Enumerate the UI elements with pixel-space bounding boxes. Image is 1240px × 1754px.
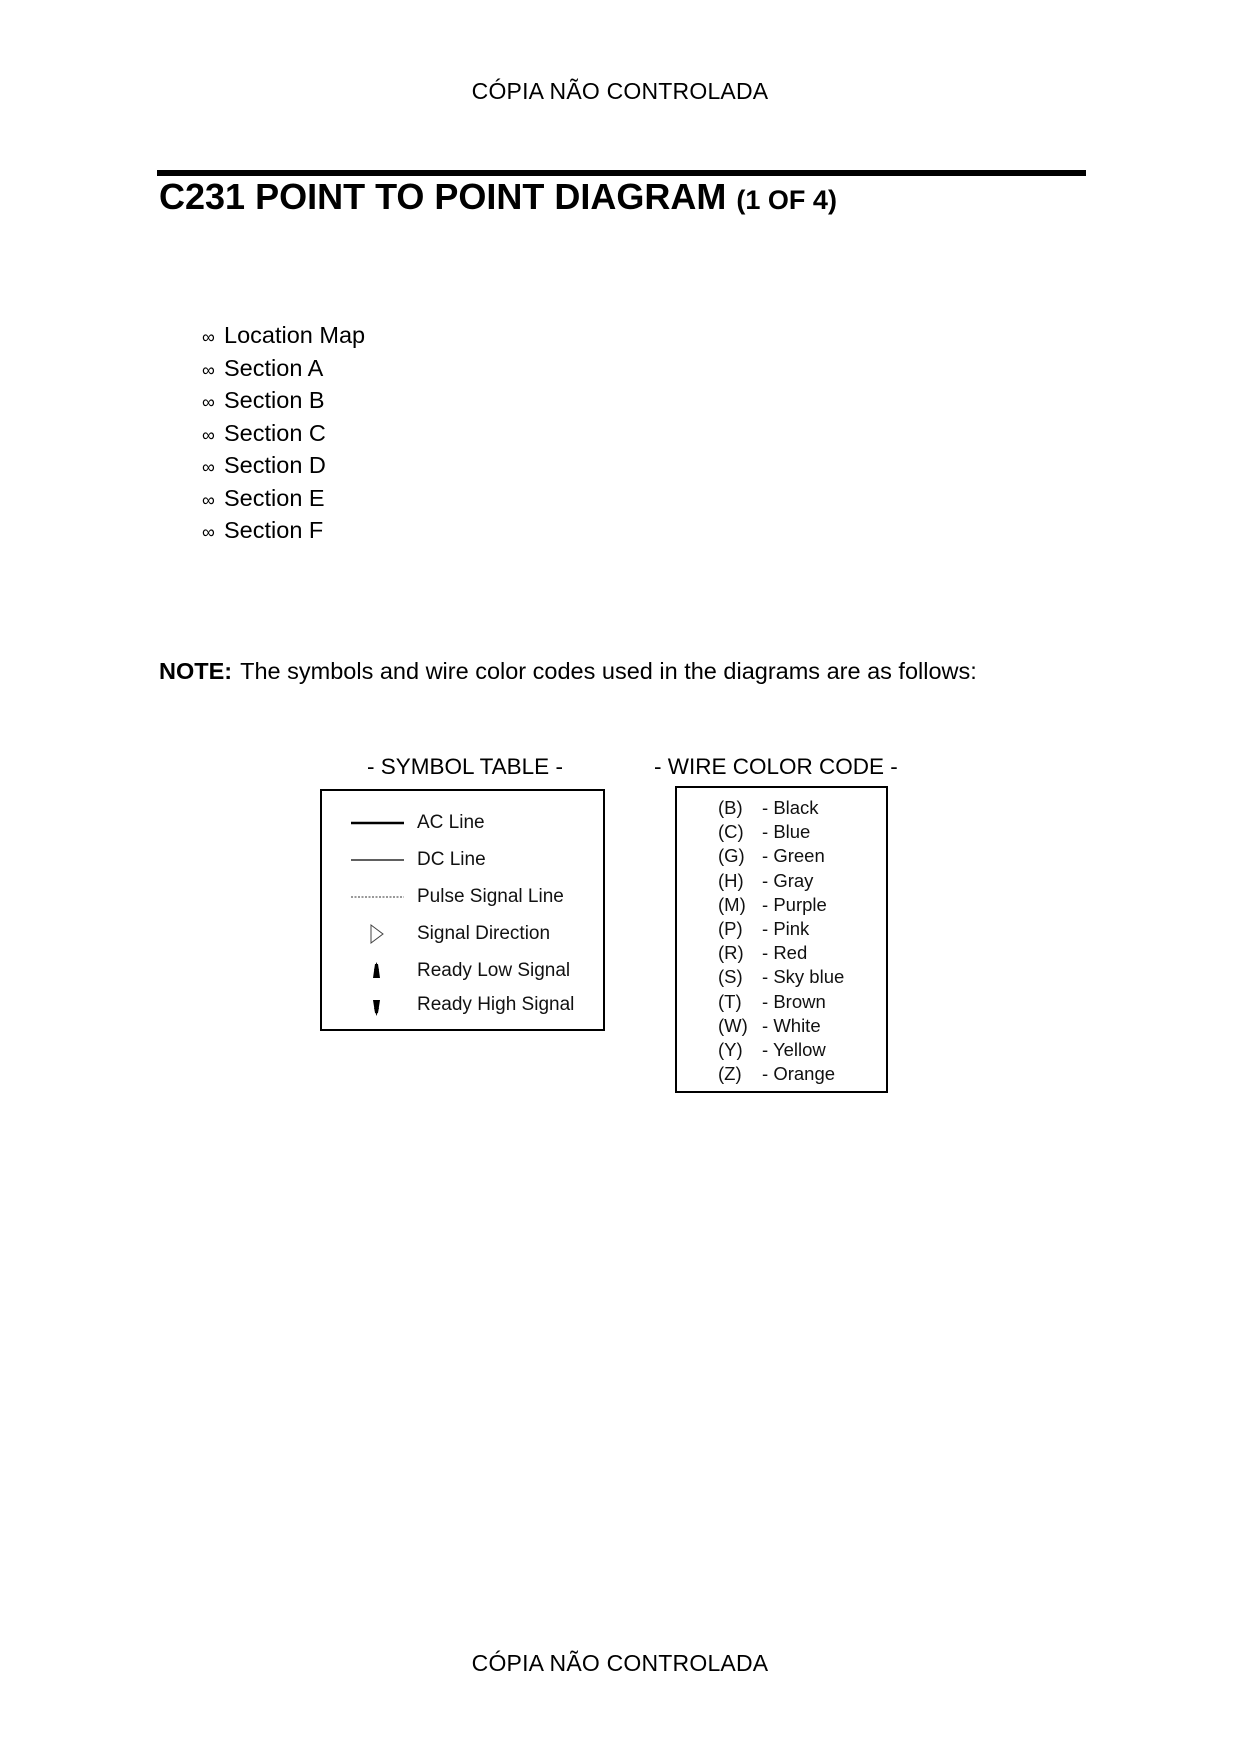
symbol-row: Pulse Signal Line bbox=[322, 882, 603, 912]
pulse-signal-line-icon bbox=[351, 896, 404, 898]
page-title-page-count: (1 OF 4) bbox=[736, 185, 837, 215]
symbol-label: Ready High Signal bbox=[417, 994, 575, 1015]
symbol-label: AC Line bbox=[417, 812, 485, 833]
note: NOTE: The symbols and wire color codes us… bbox=[159, 658, 977, 685]
wire-code: (Z) bbox=[718, 1063, 742, 1085]
wire-color-name: Blue bbox=[773, 821, 811, 843]
infinity-bullet-icon: ∞ bbox=[202, 489, 215, 510]
ready-low-signal-arrow-up-icon bbox=[373, 962, 380, 978]
wire-code: (C) bbox=[718, 821, 744, 843]
wire-color-name: Brown bbox=[773, 990, 826, 1012]
symbol-label: Signal Direction bbox=[417, 923, 551, 944]
wire-code: (S) bbox=[718, 966, 743, 988]
wire-code: (W) bbox=[718, 1014, 748, 1036]
section-item-a[interactable]: ∞ Section A bbox=[202, 353, 365, 386]
wire-color-item: (S) - Sky blue bbox=[718, 965, 844, 989]
wire-code: (H) bbox=[718, 869, 744, 891]
wire-color-code-table: (B) - Black (C) - Blue (G) - Green (H) - Gra… bbox=[675, 786, 888, 1093]
signal-direction-triangle-icon bbox=[370, 924, 384, 944]
section-item-e[interactable]: ∞ Section E bbox=[202, 483, 365, 516]
symbol-row: Signal Direction bbox=[322, 919, 603, 949]
wire-color-name: Gray bbox=[773, 869, 814, 891]
symbol-row: DC Line bbox=[322, 845, 603, 875]
wire-color-item: (R) - Red bbox=[718, 941, 844, 965]
wire-color-name: Green bbox=[773, 845, 825, 867]
section-item-label: Section F bbox=[224, 517, 324, 543]
wire-color-name: Yellow bbox=[772, 1039, 826, 1061]
ac-line-icon bbox=[351, 821, 404, 825]
wire-code: (T) bbox=[718, 990, 742, 1012]
section-item-label: Section B bbox=[224, 387, 325, 413]
wire-code: (R) bbox=[718, 942, 744, 964]
infinity-bullet-icon: ∞ bbox=[202, 392, 215, 412]
infinity-bullet-icon: ∞ bbox=[202, 457, 215, 477]
wire-color-name: Purple bbox=[773, 893, 827, 915]
page-title-main: C231 POINT TO POINT DIAGRAM bbox=[159, 176, 727, 217]
infinity-bullet-icon: ∞ bbox=[202, 359, 215, 380]
section-item-d[interactable]: ∞ Section D bbox=[202, 450, 365, 483]
wire-color-item: (Y) - Yellow bbox=[718, 1038, 844, 1062]
infinity-bullet-icon: ∞ bbox=[202, 424, 215, 445]
footer-uncontrolled-copy-stamp: CÓPIA NÃO CONTROLADA bbox=[471, 1650, 769, 1676]
symbol-row: AC Line bbox=[322, 808, 603, 838]
note-text: The symbols and wire color codes used in… bbox=[240, 658, 977, 684]
dc-line-icon bbox=[351, 859, 404, 861]
symbol-table: AC Line DC Line Pulse Signal Line Signal… bbox=[320, 789, 605, 1031]
wire-color-item: (H) - Gray bbox=[718, 869, 844, 893]
section-item-label: Section E bbox=[224, 484, 325, 511]
symbol-table-heading: - SYMBOL TABLE - bbox=[367, 754, 563, 779]
section-item-label: Location Map bbox=[224, 322, 366, 348]
symbol-label: Ready Low Signal bbox=[417, 960, 571, 981]
symbol-row: Ready Low Signal bbox=[322, 956, 603, 986]
wire-color-item: (Z) - Orange bbox=[718, 1062, 844, 1086]
section-item-label: Section A bbox=[224, 354, 324, 381]
section-item-label: Section C bbox=[224, 419, 326, 446]
ready-high-signal-arrow-down-icon bbox=[373, 1000, 380, 1016]
section-list: ∞ Location Map ∞ Section A ∞ Section B ∞ Sec… bbox=[202, 320, 365, 548]
section-item-label: Section D bbox=[224, 452, 326, 478]
wire-code: (B) bbox=[718, 797, 743, 818]
wire-color-name: Black bbox=[773, 797, 819, 818]
wire-code: (G) bbox=[718, 845, 745, 867]
section-item-c[interactable]: ∞ Section C bbox=[202, 418, 365, 451]
wire-color-item: (T) - Brown bbox=[718, 990, 844, 1014]
symbol-row: Ready High Signal bbox=[322, 990, 603, 1020]
wire-code: (P) bbox=[718, 918, 743, 940]
page-title: C231 POINT TO POINT DIAGRAM (1 OF 4) bbox=[159, 176, 837, 218]
wire-color-item: (C) - Blue bbox=[718, 820, 844, 844]
wire-color-name: Orange bbox=[773, 1063, 836, 1085]
section-item-location-map[interactable]: ∞ Location Map bbox=[202, 320, 365, 353]
wire-code: (Y) bbox=[718, 1039, 743, 1061]
wire-color-item: (W) - White bbox=[718, 1014, 844, 1038]
header-uncontrolled-copy-stamp: CÓPIA NÃO CONTROLADA bbox=[471, 78, 769, 104]
wire-color-code-heading: - WIRE COLOR CODE - bbox=[654, 754, 898, 779]
wire-color-item: (M) - Purple bbox=[718, 893, 844, 917]
wire-color-item: (B) - Black bbox=[718, 796, 844, 820]
wire-color-name: Pink bbox=[773, 918, 810, 940]
wire-color-name: White bbox=[773, 1014, 821, 1036]
wire-color-name: Red bbox=[773, 942, 808, 964]
symbol-label: Pulse Signal Line bbox=[417, 886, 564, 907]
section-item-f[interactable]: ∞ Section F bbox=[202, 515, 365, 548]
wire-code: (M) bbox=[718, 893, 746, 915]
wire-color-item: (G) - Green bbox=[718, 844, 844, 868]
infinity-bullet-icon: ∞ bbox=[202, 522, 215, 542]
symbol-label: DC Line bbox=[417, 849, 486, 870]
wire-color-item: (P) - Pink bbox=[718, 917, 844, 941]
note-label: NOTE: bbox=[159, 658, 233, 684]
infinity-bullet-icon: ∞ bbox=[202, 327, 215, 347]
wire-color-name: Sky blue bbox=[773, 966, 845, 988]
section-item-b[interactable]: ∞ Section B bbox=[202, 385, 365, 418]
